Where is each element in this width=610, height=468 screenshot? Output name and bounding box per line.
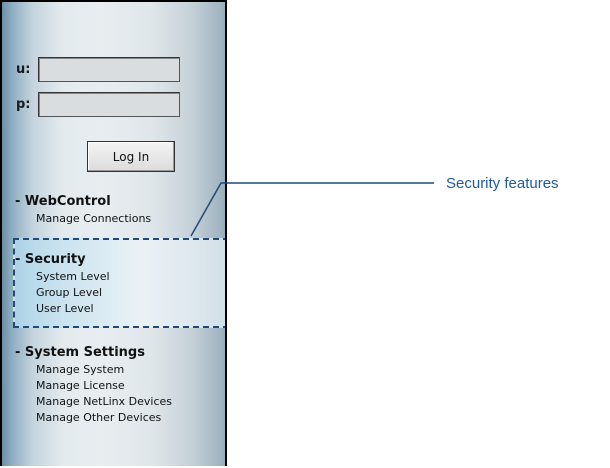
callout-line xyxy=(190,182,434,237)
username-row: u: xyxy=(16,57,180,82)
password-row: p: xyxy=(16,92,180,117)
password-input[interactable] xyxy=(38,92,180,117)
callout-label: Security features xyxy=(446,175,559,192)
sidebar-panel: u: p: Log In - WebControl Manage Connect… xyxy=(0,0,227,466)
section-title-webcontrol[interactable]: - WebControl xyxy=(15,193,151,211)
menu-item-user-level[interactable]: User Level xyxy=(15,301,110,317)
menu-item-manage-system[interactable]: Manage System xyxy=(15,362,172,378)
menu-item-manage-other-devices[interactable]: Manage Other Devices xyxy=(15,410,172,426)
section-title-system-settings[interactable]: - System Settings xyxy=(15,344,172,362)
menu-item-group-level[interactable]: Group Level xyxy=(15,285,110,301)
login-button[interactable]: Log In xyxy=(87,141,175,172)
section-webcontrol: - WebControl Manage Connections xyxy=(15,193,151,227)
username-label: u: xyxy=(16,62,31,77)
section-system-settings: - System Settings Manage System Manage L… xyxy=(15,344,172,426)
password-label: p: xyxy=(16,97,31,112)
menu-item-manage-connections[interactable]: Manage Connections xyxy=(15,211,151,227)
username-input[interactable] xyxy=(38,57,180,82)
menu-item-system-level[interactable]: System Level xyxy=(15,269,110,285)
menu-item-manage-netlinx-devices[interactable]: Manage NetLinx Devices xyxy=(15,394,172,410)
section-title-security[interactable]: - Security xyxy=(15,251,110,269)
figure: u: p: Log In - WebControl Manage Connect… xyxy=(0,0,610,468)
menu-item-manage-license[interactable]: Manage License xyxy=(15,378,172,394)
section-security: - Security System Level Group Level User… xyxy=(15,251,110,317)
